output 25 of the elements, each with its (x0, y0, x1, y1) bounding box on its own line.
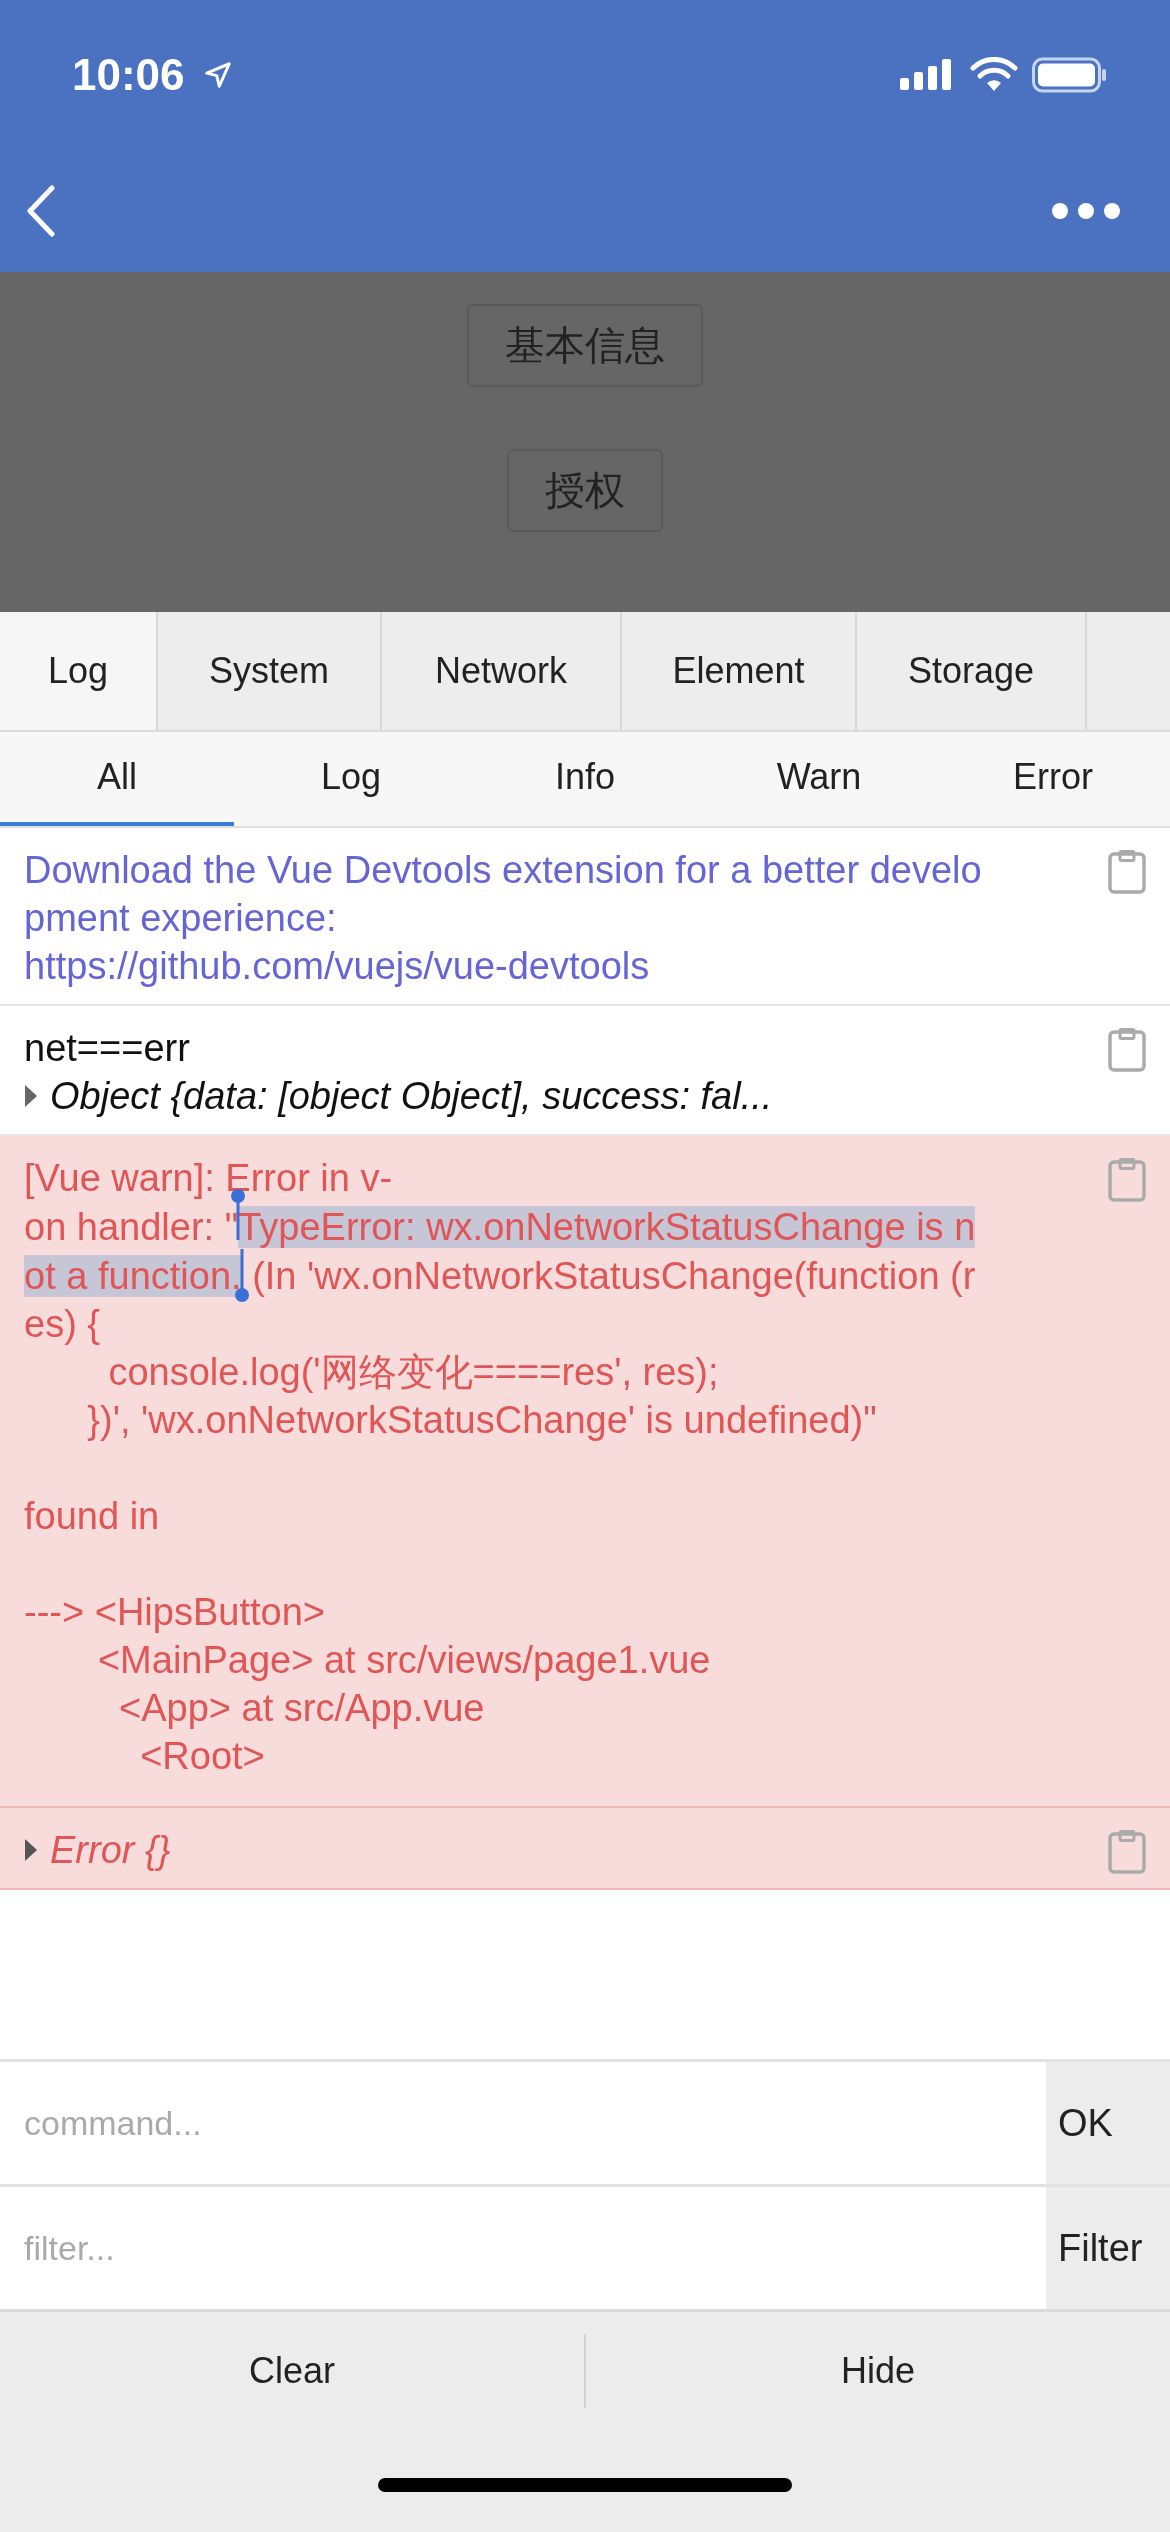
expand-caret-icon[interactable] (24, 1838, 38, 1862)
clipboard-icon[interactable] (1108, 1028, 1146, 1072)
clipboard-icon[interactable] (1108, 850, 1146, 894)
battery-icon (1032, 57, 1108, 93)
panel-tab[interactable]: Log (0, 612, 158, 730)
expand-caret-icon[interactable] (24, 1084, 38, 1108)
filter-tab[interactable]: Info (468, 732, 702, 826)
clipboard-icon[interactable] (1108, 1158, 1146, 1202)
ok-button[interactable]: OK (1046, 2062, 1170, 2184)
filter-tab[interactable]: Error (936, 732, 1170, 826)
back-icon[interactable] (26, 185, 56, 237)
location-arrow-icon (202, 60, 233, 90)
filter-tab[interactable]: Warn (702, 732, 936, 826)
toolbar-button[interactable]: Clear (0, 2334, 586, 2408)
status-time: 10:06 (72, 50, 185, 100)
log-message: net===err (24, 1026, 190, 1071)
object-summary[interactable]: Object {data: [object Object], success: fal... (50, 1072, 773, 1120)
more-icon[interactable] (1051, 202, 1121, 220)
filter-tab[interactable]: Log (234, 732, 468, 826)
wifi-icon (970, 57, 1018, 93)
log-message: Download the Vue Devtools extension for a better development experience: https://github.com/vuejs/vue-devtools (24, 848, 983, 989)
filter-tab[interactable]: All (0, 732, 234, 826)
toolbar-button[interactable]: Hide (586, 2334, 1170, 2408)
clipboard-icon[interactable] (1108, 1830, 1146, 1874)
filter-button[interactable]: Filter (1046, 2187, 1170, 2309)
